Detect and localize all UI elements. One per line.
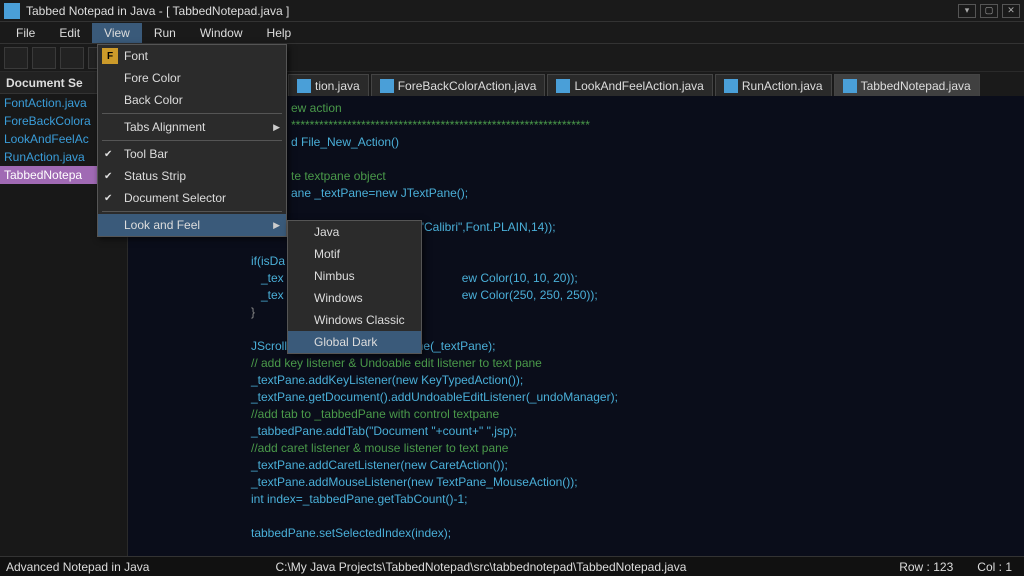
laf-nimbus[interactable]: Nimbus	[288, 265, 421, 287]
menu-edit[interactable]: Edit	[47, 23, 92, 43]
tab-truncated[interactable]: tion.java	[288, 74, 369, 96]
font-icon: F	[102, 48, 118, 64]
lookfeel-submenu: Java Motif Nimbus Windows Windows Classi…	[287, 220, 422, 354]
check-icon: ✔	[104, 149, 112, 160]
title-bar: Tabbed Notepad in Java - [ TabbedNotepad…	[0, 0, 1024, 22]
maximize-in-icon[interactable]: ▢	[980, 4, 998, 18]
disk-icon	[297, 79, 311, 93]
tab-label: tion.java	[315, 79, 360, 93]
check-icon: ✔	[104, 193, 112, 204]
menu-toolbar[interactable]: ✔Tool Bar	[98, 143, 286, 165]
menu-statusstrip[interactable]: ✔Status Strip	[98, 165, 286, 187]
minimize-in-icon[interactable]: ▾	[958, 4, 976, 18]
laf-motif[interactable]: Motif	[288, 243, 421, 265]
menu-lookfeel[interactable]: Look and Feel▶	[98, 214, 286, 236]
submenu-arrow-icon: ▶	[273, 220, 280, 231]
check-icon: ✔	[104, 171, 112, 182]
tab-forebackcolor[interactable]: ForeBackColorAction.java	[371, 74, 546, 96]
submenu-arrow-icon: ▶	[273, 122, 280, 133]
status-bar: Advanced Notepad in Java C:\My Java Proj…	[0, 556, 1024, 576]
disk-icon	[724, 79, 738, 93]
tab-label: LookAndFeelAction.java	[574, 79, 703, 93]
tab-label: TabbedNotepad.java	[861, 79, 971, 93]
menu-backcolor[interactable]: Back Color	[98, 89, 286, 111]
tab-label: ForeBackColorAction.java	[398, 79, 537, 93]
menu-doc-selector[interactable]: ✔Document Selector	[98, 187, 286, 209]
laf-global-dark[interactable]: Global Dark	[288, 331, 421, 353]
tab-runaction[interactable]: RunAction.java	[715, 74, 832, 96]
menu-font[interactable]: FFont	[98, 45, 286, 67]
menu-separator	[102, 211, 282, 212]
menu-separator	[102, 140, 282, 141]
menu-tabs-alignment[interactable]: Tabs Alignment▶	[98, 116, 286, 138]
menu-bar: File Edit View Run Window Help	[0, 22, 1024, 44]
window-controls: ▾ ▢ ✕	[958, 4, 1020, 18]
menu-separator	[102, 113, 282, 114]
laf-windows[interactable]: Windows	[288, 287, 421, 309]
window-title: Tabbed Notepad in Java - [ TabbedNotepad…	[26, 4, 958, 18]
view-menu-dropdown: FFont Fore Color Back Color Tabs Alignme…	[97, 44, 287, 237]
save-icon[interactable]	[60, 47, 84, 69]
new-file-icon[interactable]	[4, 47, 28, 69]
status-col: Col : 1	[965, 560, 1024, 574]
close-in-icon[interactable]: ✕	[1002, 4, 1020, 18]
status-left: Advanced Notepad in Java	[0, 560, 155, 574]
tab-label: RunAction.java	[742, 79, 823, 93]
status-row: Row : 123	[887, 560, 965, 574]
menu-help[interactable]: Help	[255, 23, 304, 43]
disk-icon	[380, 79, 394, 93]
menu-window[interactable]: Window	[188, 23, 255, 43]
app-icon	[4, 3, 20, 19]
tab-lookandfeel[interactable]: LookAndFeelAction.java	[547, 74, 712, 96]
tab-tabbednotepad[interactable]: TabbedNotepad.java	[834, 74, 980, 96]
laf-java[interactable]: Java	[288, 221, 421, 243]
menu-file[interactable]: File	[4, 23, 47, 43]
disk-icon	[843, 79, 857, 93]
menu-forecolor[interactable]: Fore Color	[98, 67, 286, 89]
disk-icon	[556, 79, 570, 93]
open-file-icon[interactable]	[32, 47, 56, 69]
menu-view[interactable]: View	[92, 23, 142, 43]
menu-run[interactable]: Run	[142, 23, 188, 43]
status-path: C:\My Java Projects\TabbedNotepad\src\ta…	[155, 560, 887, 574]
laf-windows-classic[interactable]: Windows Classic	[288, 309, 421, 331]
